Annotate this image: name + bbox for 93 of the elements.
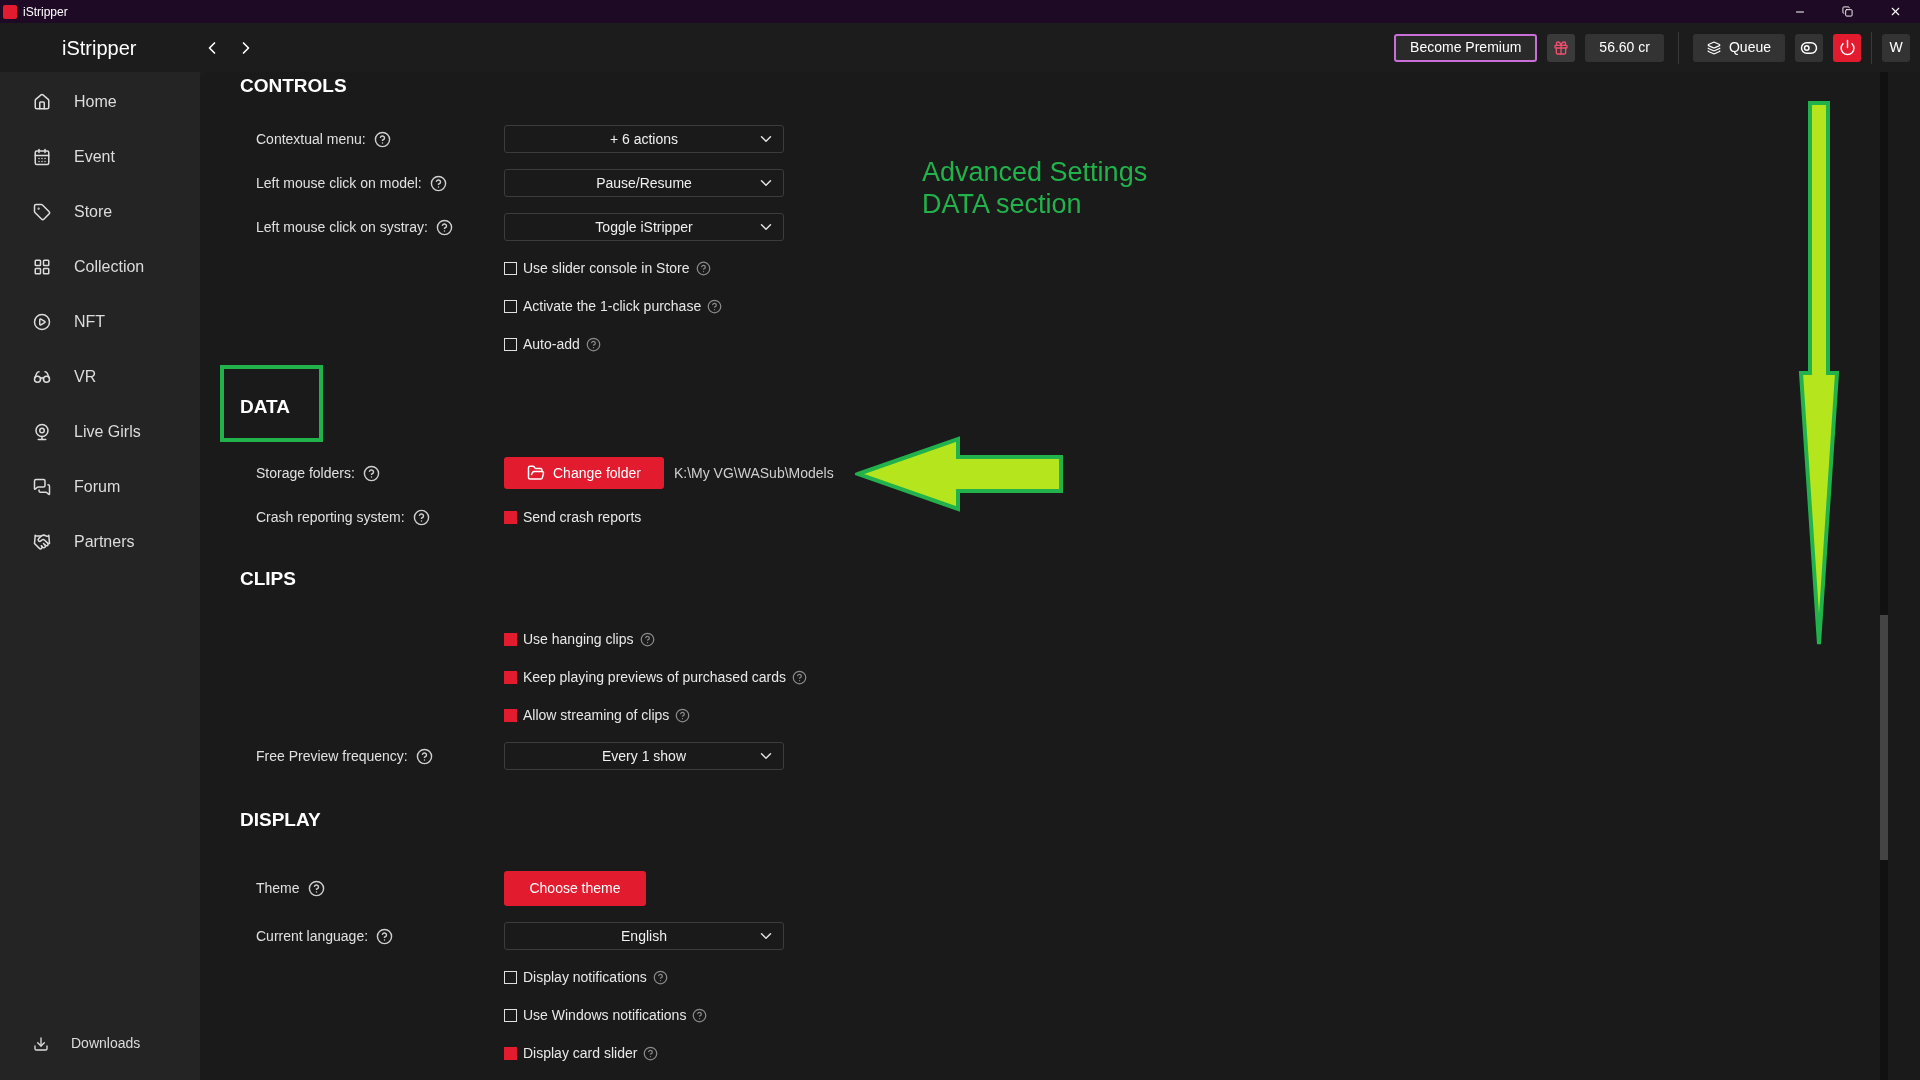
help-icon[interactable] (585, 336, 601, 352)
help-icon[interactable] (373, 130, 391, 148)
calendar-icon (33, 147, 51, 166)
sidebar-item[interactable]: VR (0, 349, 200, 404)
checkbox[interactable] (504, 337, 517, 351)
window-title: iStripper (23, 3, 68, 21)
setting-label: Contextual menu: (256, 129, 366, 149)
sidebar-item[interactable]: Live Girls (0, 404, 200, 459)
restore-icon[interactable] (1842, 6, 1853, 17)
checkbox[interactable] (504, 1008, 517, 1022)
setting-label: Left mouse click on model: (256, 173, 422, 193)
help-icon[interactable] (362, 464, 380, 482)
chat-icon (33, 477, 51, 496)
help-icon[interactable] (675, 707, 691, 723)
help-icon[interactable] (307, 879, 325, 897)
annotation-text: DATA section (922, 188, 1083, 220)
sidebar-item[interactable]: NFT (0, 294, 200, 349)
checkbox-label: Activate the 1-click purchase (523, 296, 702, 316)
queue-button[interactable]: Queue (1692, 33, 1785, 62)
close-icon[interactable] (1889, 5, 1902, 18)
setting-label: Free Preview frequency: (256, 746, 408, 766)
sidebar-item[interactable]: Home (0, 74, 200, 129)
stack-icon (1706, 40, 1721, 55)
help-icon[interactable] (652, 969, 668, 985)
downloads-item[interactable]: Downloads (0, 1033, 200, 1054)
setting-label: Current language: (256, 926, 369, 946)
help-icon[interactable] (376, 927, 394, 945)
checkbox-label: Use slider console in Store (523, 258, 690, 278)
section-heading: CONTROLS (240, 74, 347, 98)
folder-icon (527, 464, 545, 482)
help-icon[interactable] (792, 669, 808, 685)
checkbox-label: Auto-add (523, 334, 580, 354)
help-icon[interactable] (695, 260, 711, 276)
change-folder-button[interactable]: Change folder (504, 457, 664, 489)
app-icon (3, 4, 17, 19)
checkbox[interactable] (504, 510, 517, 524)
help-icon[interactable] (707, 298, 723, 314)
help-icon[interactable] (643, 1045, 659, 1061)
section-heading: DISPLAY (240, 807, 321, 832)
help-icon[interactable] (415, 747, 433, 765)
checkbox[interactable] (504, 708, 517, 722)
grid-icon (33, 257, 51, 276)
checkbox-label: Allow streaming of clips (523, 705, 670, 725)
dropdown[interactable]: Every 1 show (504, 742, 784, 770)
annotation-text: Advanced Settings (922, 156, 1148, 188)
dropdown[interactable]: English (504, 922, 784, 950)
sidebar-item[interactable]: Event (0, 129, 200, 184)
sidebar-item[interactable]: Forum (0, 459, 200, 514)
choose-theme-button[interactable]: Choose theme (504, 870, 646, 906)
scrollbar-thumb[interactable] (1880, 615, 1888, 860)
checkbox-label: Use Windows notifications (523, 1005, 687, 1025)
power-icon[interactable] (1833, 33, 1861, 62)
setting-label: Crash reporting system: (256, 507, 405, 527)
checkbox-label: Keep playing previews of purchased cards (523, 667, 787, 687)
sidebar-item[interactable]: Store (0, 184, 200, 239)
toggle-icon[interactable] (1795, 33, 1823, 62)
setting-label: Storage folders: (256, 463, 355, 483)
credits-badge[interactable]: 56.60 cr (1585, 33, 1664, 62)
checkbox[interactable] (504, 299, 517, 313)
help-icon[interactable] (639, 631, 655, 647)
help-icon[interactable] (429, 174, 447, 192)
section-heading: CLIPS (240, 567, 296, 592)
help-icon[interactable] (412, 508, 430, 526)
handshake-icon (33, 532, 51, 551)
checkbox[interactable] (504, 632, 517, 646)
checkbox[interactable] (504, 970, 517, 984)
setting-label: Theme (256, 878, 300, 898)
checkbox-label: Send crash reports (523, 507, 642, 527)
app-logo: iStripper (62, 35, 138, 61)
sidebar-item[interactable]: Collection (0, 239, 200, 294)
house-icon (33, 92, 51, 111)
dropdown[interactable]: Toggle iStripper (504, 213, 784, 241)
webcam-icon (33, 422, 51, 441)
sidebar-item[interactable]: Partners (0, 514, 200, 569)
checkbox[interactable] (504, 670, 517, 684)
user-button[interactable]: W (1882, 33, 1910, 62)
checkbox-label: Use hanging clips (523, 629, 634, 649)
checkbox[interactable] (504, 1046, 517, 1060)
section-heading: DATA (240, 394, 290, 419)
play-icon (33, 312, 51, 331)
folder-path: K:\My VG\WASub\Models (673, 463, 834, 483)
help-icon[interactable] (692, 1007, 708, 1023)
dropdown[interactable]: + 6 actions (504, 125, 784, 153)
become-premium-button[interactable]: Become Premium (1394, 33, 1538, 62)
dropdown[interactable]: Pause/Resume (504, 169, 784, 197)
setting-label: Left mouse click on systray: (256, 217, 428, 237)
checkbox-label: Display card slider (523, 1043, 638, 1063)
gift-icon[interactable] (1547, 33, 1576, 62)
checkbox[interactable] (504, 261, 517, 275)
download-icon (33, 1035, 49, 1052)
help-icon[interactable] (435, 218, 453, 236)
checkbox-label: Display notifications (523, 967, 647, 987)
tag-icon (33, 202, 51, 221)
